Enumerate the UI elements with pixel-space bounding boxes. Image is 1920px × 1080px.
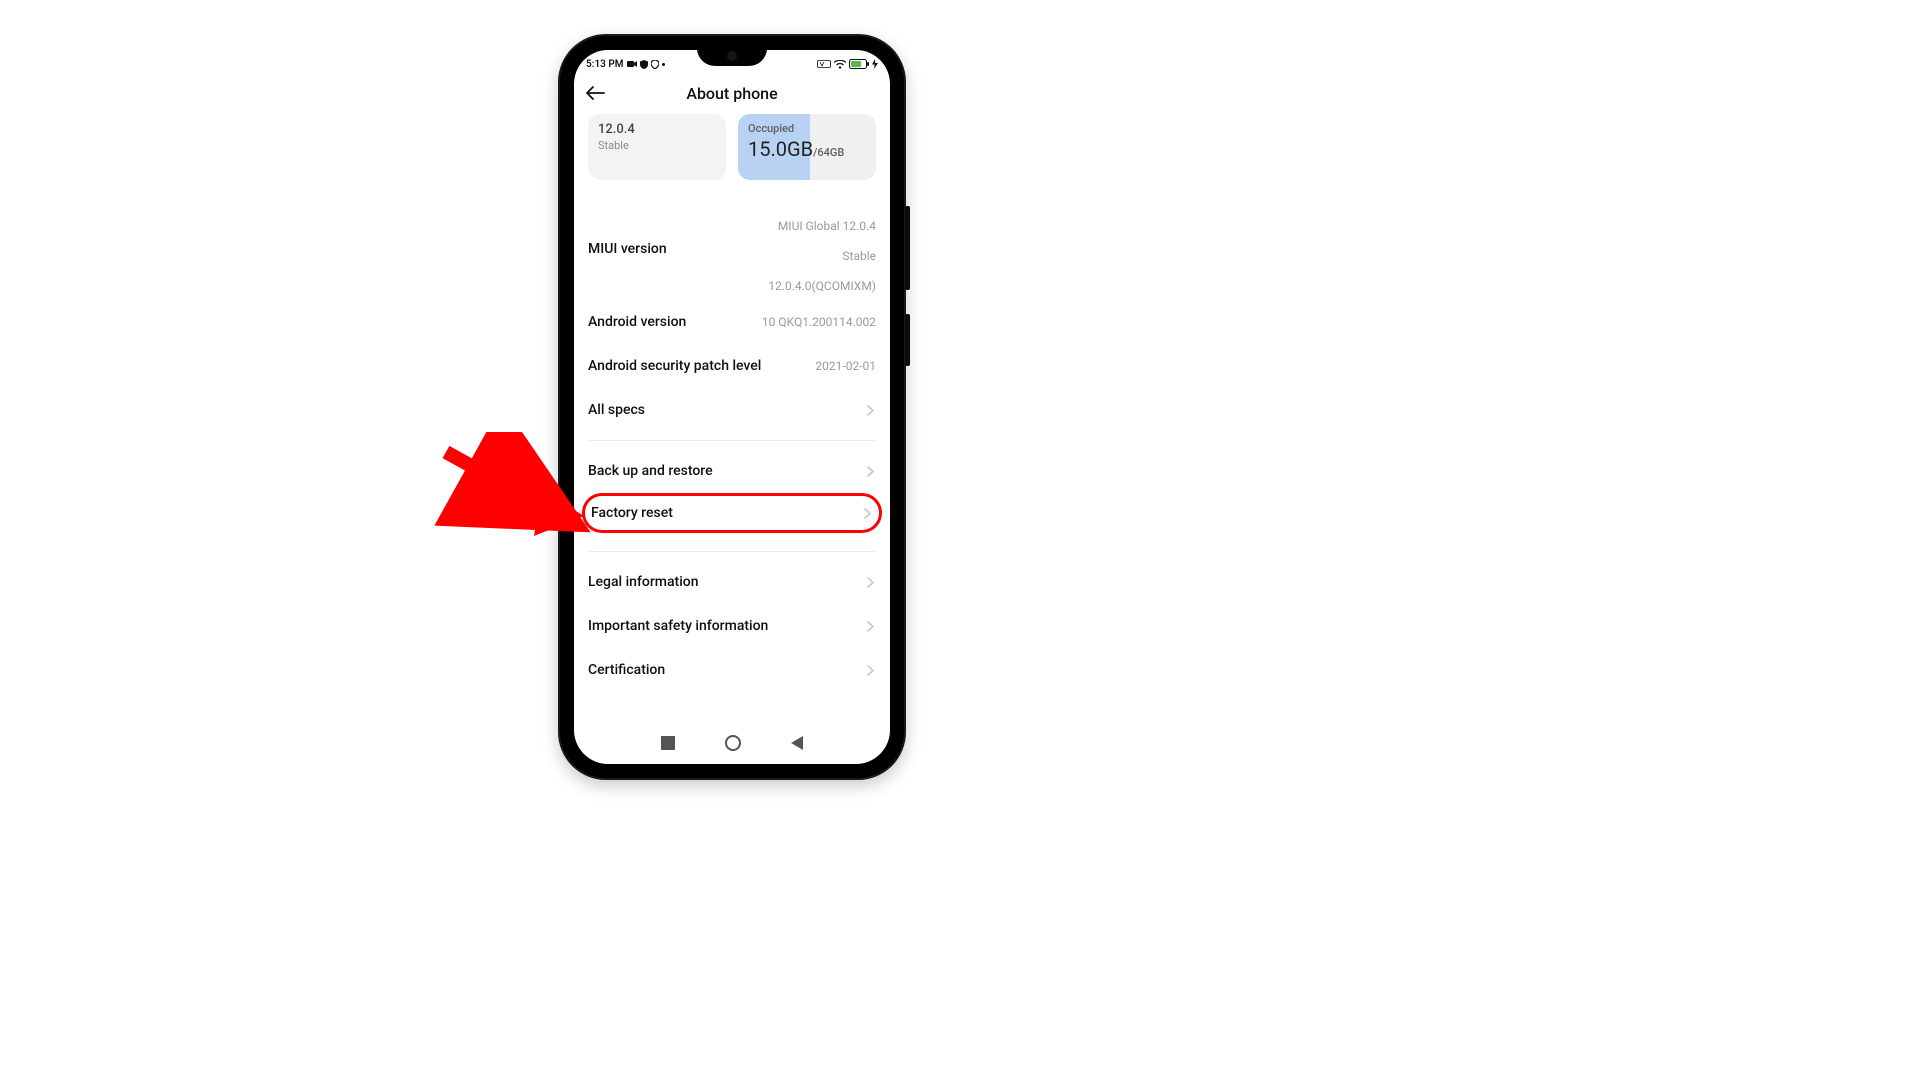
row-label: Important safety information <box>588 618 768 634</box>
row-label: All specs <box>588 402 645 418</box>
version-channel: Stable <box>598 139 716 152</box>
page-title: About phone <box>686 84 777 103</box>
row-label: Android security patch level <box>588 358 761 374</box>
storage-label: Occupied <box>748 122 866 135</box>
miui-line3: 12.0.4.0(QCOMIXM) <box>768 279 876 293</box>
nav-back[interactable] <box>791 736 803 750</box>
chevron-right-icon <box>864 466 876 477</box>
charging-icon <box>872 59 878 69</box>
chevron-right-icon <box>864 577 876 588</box>
info-cards: 12.0.4 Stable Occupied 15.0GB/64GB <box>588 114 876 180</box>
row-certification[interactable]: Certification <box>588 648 876 692</box>
row-label: Certification <box>588 662 665 678</box>
wifi-icon <box>834 60 846 69</box>
volume-buttons <box>905 206 910 290</box>
row-label: Legal information <box>588 574 699 590</box>
shield-icon <box>640 60 648 69</box>
phone-screen: 5:13 PM <box>574 50 890 764</box>
location-icon <box>651 60 659 69</box>
row-factory-reset[interactable]: Factory reset <box>591 498 873 528</box>
storage-card[interactable]: Occupied 15.0GB/64GB <box>738 114 876 180</box>
battery-icon <box>849 59 869 69</box>
camera-recording-icon <box>627 60 637 68</box>
power-button <box>905 314 910 366</box>
row-android-version[interactable]: Android version 10 QKQ1.200114.002 <box>588 300 876 344</box>
row-all-specs[interactable]: All specs <box>588 388 876 432</box>
phone-frame: 5:13 PM <box>560 36 904 778</box>
row-legal-info[interactable]: Legal information <box>588 560 876 604</box>
nav-home[interactable] <box>725 735 741 751</box>
content: 12.0.4 Stable Occupied 15.0GB/64GB MIUI … <box>574 114 890 692</box>
version-number: 12.0.4 <box>598 122 716 137</box>
android-nav-bar <box>574 728 890 758</box>
row-label: Back up and restore <box>588 463 713 479</box>
display-notch <box>697 50 767 66</box>
row-backup-restore[interactable]: Back up and restore <box>588 449 876 493</box>
chevron-right-icon <box>861 508 873 519</box>
section-divider <box>588 440 876 441</box>
row-label: MIUI version <box>588 241 667 257</box>
miui-line2: Stable <box>842 249 876 263</box>
more-notifications-dot <box>662 63 665 66</box>
miui-version-card[interactable]: 12.0.4 Stable <box>588 114 726 180</box>
back-button[interactable] <box>584 82 606 104</box>
nav-recent-apps[interactable] <box>661 736 675 750</box>
miui-line1: MIUI Global 12.0.4 <box>778 219 876 233</box>
back-arrow-icon <box>585 86 605 100</box>
row-value: MIUI Global 12.0.4 Stable 12.0.4.0(QCOMI… <box>768 204 876 294</box>
row-label: Factory reset <box>591 505 673 521</box>
annotation-highlight: Factory reset <box>582 493 882 533</box>
storage-value: 15.0GB/64GB <box>748 137 866 161</box>
storage-used: 15.0GB <box>748 137 813 161</box>
row-security-patch[interactable]: Android security patch level 2021-02-01 <box>588 344 876 388</box>
row-safety-info[interactable]: Important safety information <box>588 604 876 648</box>
title-bar: About phone <box>574 74 890 112</box>
section-divider <box>588 551 876 552</box>
status-time: 5:13 PM <box>586 59 624 70</box>
row-value: 10 QKQ1.200114.002 <box>762 315 876 330</box>
storage-total: /64GB <box>813 146 844 159</box>
chevron-right-icon <box>864 665 876 676</box>
row-miui-version[interactable]: MIUI version MIUI Global 12.0.4 Stable 1… <box>588 198 876 300</box>
row-label: Android version <box>588 314 686 330</box>
row-value: 2021-02-01 <box>815 359 876 374</box>
chevron-right-icon <box>864 405 876 416</box>
volte-icon <box>817 60 831 68</box>
chevron-right-icon <box>864 621 876 632</box>
